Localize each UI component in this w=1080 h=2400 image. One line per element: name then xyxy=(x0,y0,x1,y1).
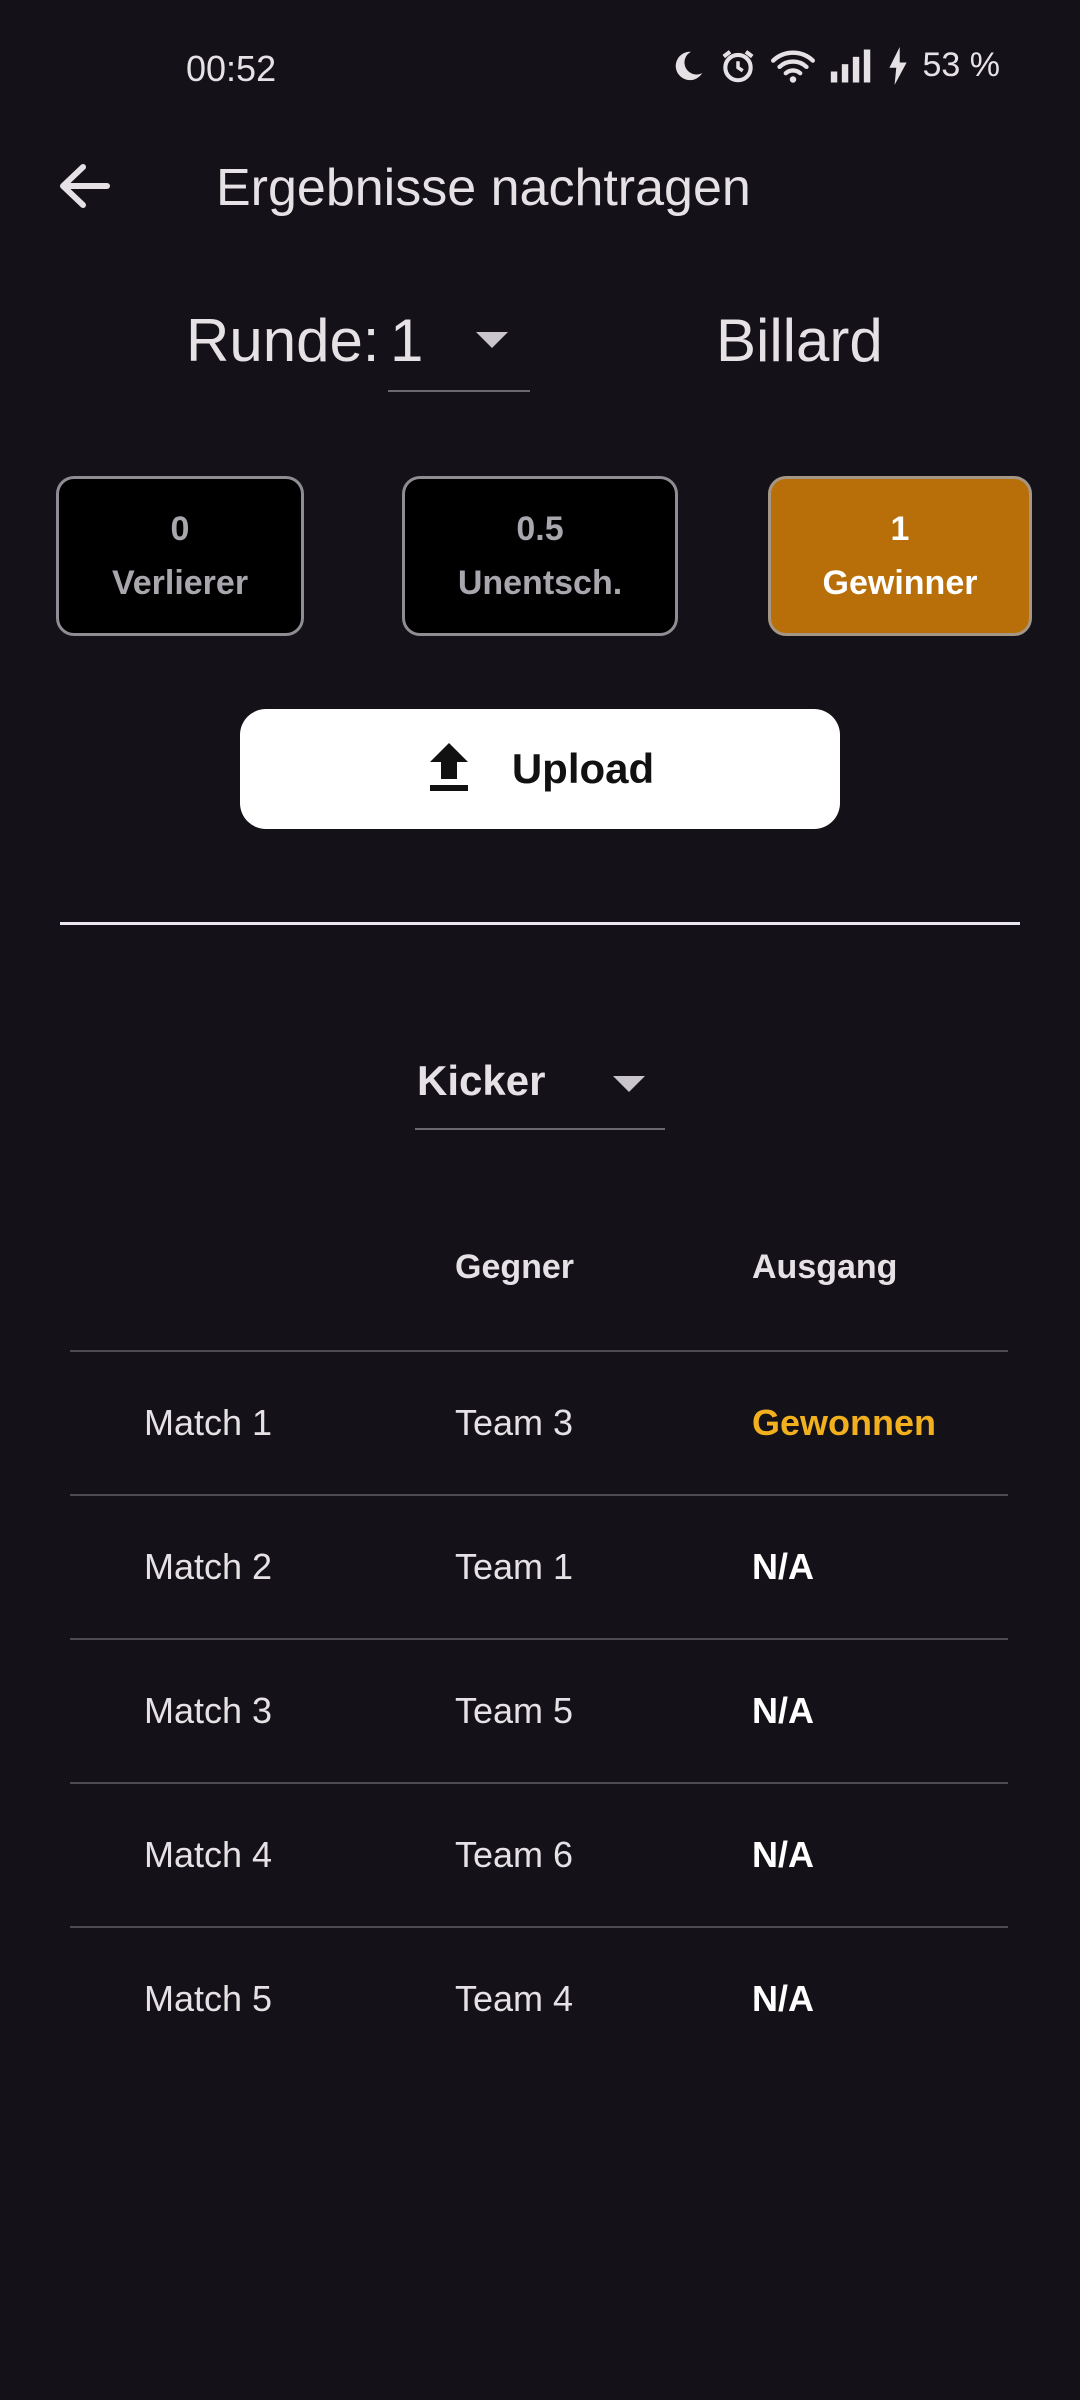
chevron-down-icon xyxy=(476,332,508,348)
loser-button[interactable]: 0 Verlierer xyxy=(56,476,304,636)
upload-label: Upload xyxy=(511,745,655,792)
outcome-status: N/A xyxy=(752,1690,814,1731)
upload-button[interactable]: Upload xyxy=(240,709,840,829)
battery-percent: 53 % xyxy=(922,46,1001,84)
loser-value: 0 xyxy=(170,510,190,548)
upload-icon xyxy=(426,741,472,798)
opponent-name: Team 1 xyxy=(455,1546,574,1587)
outcome-status: N/A xyxy=(752,1546,814,1587)
game-name: Billard xyxy=(716,307,883,374)
outcome-status: N/A xyxy=(752,1834,814,1875)
opponent-name: Team 3 xyxy=(455,1402,574,1443)
charging-icon xyxy=(887,46,909,85)
arrow-left-icon xyxy=(57,162,111,215)
wifi-icon xyxy=(770,48,815,84)
results-table: Match 1 Team 3 Gewonnen Match 2 Team 1 N… xyxy=(70,1350,1008,2070)
signal-icon xyxy=(829,49,873,83)
game-filter-value: Kicker xyxy=(417,1057,546,1104)
draw-button[interactable]: 0.5 Unentsch. xyxy=(402,476,678,636)
match-name: Match 4 xyxy=(144,1834,273,1875)
round-label: Runde: xyxy=(186,307,380,374)
match-name: Match 2 xyxy=(144,1546,273,1587)
opponent-name: Team 6 xyxy=(455,1834,574,1875)
outcome-status: N/A xyxy=(752,1978,814,2019)
draw-value: 0.5 xyxy=(516,510,564,548)
status-icons: 53 % xyxy=(671,46,1001,85)
winner-label: Gewinner xyxy=(822,564,978,602)
draw-label: Unentsch. xyxy=(457,564,623,602)
status-time: 00:52 xyxy=(186,48,277,89)
outcome-status: Gewonnen xyxy=(752,1402,937,1443)
round-dropdown[interactable]: 1 xyxy=(388,296,530,392)
alarm-icon xyxy=(719,47,757,85)
match-name: Match 5 xyxy=(144,1978,273,2019)
divider xyxy=(60,922,1020,925)
table-row[interactable]: Match 4 Team 6 N/A xyxy=(70,1782,1008,1926)
moon-icon xyxy=(671,49,705,83)
header-opponent: Gegner xyxy=(455,1248,575,1286)
header-outcome: Ausgang xyxy=(752,1248,898,1286)
opponent-name: Team 5 xyxy=(455,1690,574,1731)
table-row[interactable]: Match 5 Team 4 N/A xyxy=(70,1926,1008,2070)
round-value: 1 xyxy=(390,307,424,374)
opponent-name: Team 4 xyxy=(455,1978,574,2019)
page-title: Ergebnisse nachtragen xyxy=(216,159,751,217)
match-name: Match 3 xyxy=(144,1690,273,1731)
match-name: Match 1 xyxy=(144,1402,273,1443)
winner-value: 1 xyxy=(890,510,910,548)
winner-button[interactable]: 1 Gewinner xyxy=(768,476,1032,636)
game-filter-dropdown[interactable]: Kicker xyxy=(415,1040,665,1130)
table-row[interactable]: Match 1 Team 3 Gewonnen xyxy=(70,1350,1008,1494)
chevron-down-icon xyxy=(613,1076,645,1092)
table-row[interactable]: Match 2 Team 1 N/A xyxy=(70,1494,1008,1638)
loser-label: Verlierer xyxy=(111,564,249,602)
table-row[interactable]: Match 3 Team 5 N/A xyxy=(70,1638,1008,1782)
back-button[interactable] xyxy=(50,154,118,222)
